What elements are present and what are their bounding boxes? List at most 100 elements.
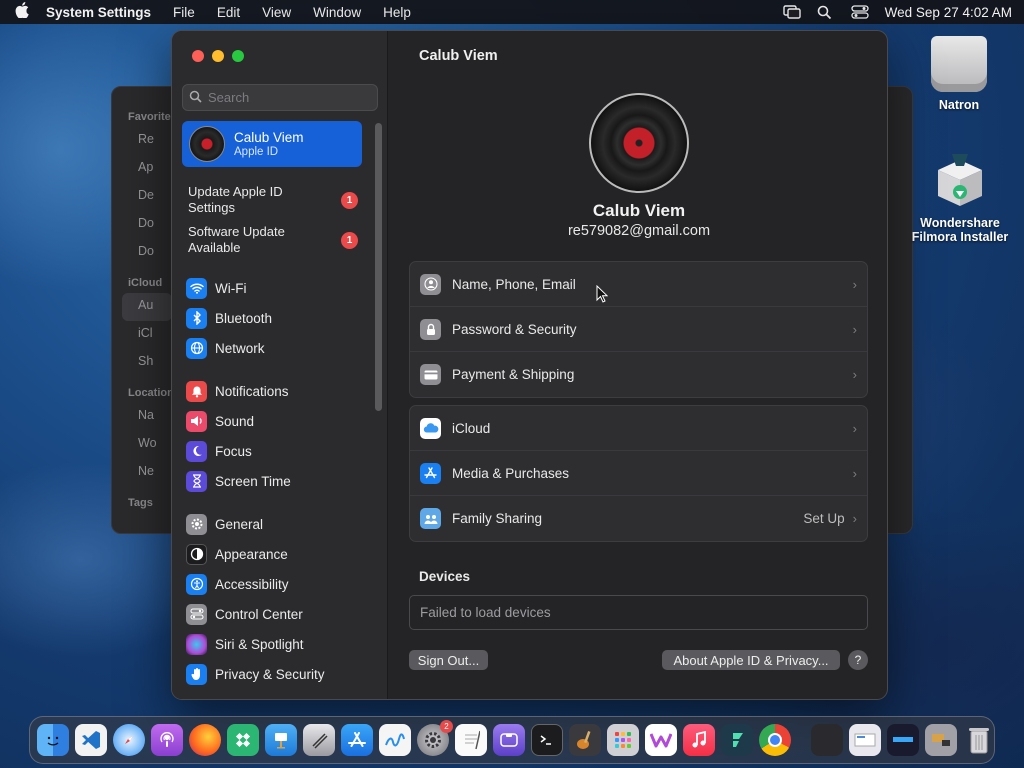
sidebar-item-label: Wi-Fi bbox=[215, 280, 247, 296]
sidebar-item-general[interactable]: General bbox=[186, 511, 376, 537]
accessibility-icon bbox=[186, 573, 207, 595]
sidebar-item-apple-id[interactable]: Calub Viem Apple ID bbox=[182, 121, 362, 167]
music-icon[interactable] bbox=[683, 724, 715, 756]
system-settings-window[interactable]: Calub Viem Apple ID Update Apple ID Sett… bbox=[171, 30, 888, 700]
search-field[interactable] bbox=[182, 84, 378, 111]
sidebar-item-wifi[interactable]: Wi-Fi bbox=[186, 275, 376, 301]
menu-file[interactable]: File bbox=[173, 5, 195, 20]
sidebar-item-label: Screen Time bbox=[215, 473, 291, 489]
sidebar-item-notifications[interactable]: Notifications bbox=[186, 378, 376, 404]
account-settings-group: Name, Phone, Email › Password & Security… bbox=[409, 261, 868, 398]
menu-clock[interactable]: Wed Sep 27 4:02 AM bbox=[885, 5, 1012, 20]
firefox-icon[interactable] bbox=[189, 724, 221, 756]
wifi-icon bbox=[186, 277, 207, 299]
bluetooth-icon bbox=[186, 307, 207, 329]
minimize-button[interactable] bbox=[212, 50, 224, 62]
menu-help[interactable]: Help bbox=[383, 5, 411, 20]
row-password-security[interactable]: Password & Security › bbox=[410, 307, 867, 352]
freeform-icon[interactable] bbox=[379, 724, 411, 756]
sign-out-button[interactable]: Sign Out... bbox=[409, 650, 488, 670]
row-name-phone-email[interactable]: Name, Phone, Email › bbox=[410, 262, 867, 307]
sidebar-item-label: General bbox=[215, 516, 264, 532]
script-editor-icon[interactable] bbox=[303, 724, 335, 756]
notchmeister-icon[interactable] bbox=[493, 724, 525, 756]
stack-2-icon[interactable] bbox=[849, 724, 881, 756]
app-green-icon[interactable] bbox=[227, 724, 259, 756]
control-center-icon bbox=[186, 603, 207, 625]
menu-view[interactable]: View bbox=[262, 5, 291, 20]
user-email: re579082@gmail.com bbox=[567, 223, 711, 239]
row-family-sharing[interactable]: Family Sharing Set Up › bbox=[410, 496, 867, 541]
window-controls bbox=[192, 50, 244, 62]
desktop-icon-natron[interactable]: Natron bbox=[920, 36, 998, 112]
app-store-icon bbox=[420, 462, 441, 484]
bell-icon bbox=[186, 380, 207, 402]
devices-list: Failed to load devices bbox=[409, 595, 868, 630]
sidebar-item-siri-spotlight[interactable]: Siri & Spotlight bbox=[186, 631, 376, 657]
podcasts-icon[interactable] bbox=[151, 724, 183, 756]
app-store-dock-icon[interactable] bbox=[341, 724, 373, 756]
launchpad-icon[interactable] bbox=[607, 724, 639, 756]
vscode-icon[interactable] bbox=[75, 724, 107, 756]
profile-name: Calub Viem bbox=[234, 130, 304, 145]
menu-app-name[interactable]: System Settings bbox=[46, 5, 151, 20]
zoom-button[interactable] bbox=[232, 50, 244, 62]
sidebar-item-control-center[interactable]: Control Center bbox=[186, 601, 376, 627]
stack-4-icon[interactable] bbox=[925, 724, 957, 756]
about-apple-id-button[interactable]: About Apple ID & Privacy... bbox=[662, 650, 840, 670]
stack-3-icon[interactable] bbox=[887, 724, 919, 756]
keynote-icon[interactable] bbox=[265, 724, 297, 756]
close-button[interactable] bbox=[192, 50, 204, 62]
sidebar-item-appearance[interactable]: Appearance bbox=[186, 541, 376, 567]
control-center-menu-icon[interactable] bbox=[851, 5, 869, 19]
sidebar-scrollbar[interactable] bbox=[375, 123, 382, 411]
chevron-right-icon: › bbox=[852, 367, 857, 382]
textedit-icon[interactable] bbox=[455, 724, 487, 756]
finder-icon[interactable] bbox=[37, 724, 69, 756]
search-input[interactable] bbox=[208, 90, 368, 105]
sidebar-item-screen-time[interactable]: Screen Time bbox=[186, 468, 376, 494]
lock-icon bbox=[420, 318, 441, 340]
notification-label: Update Apple ID Settings bbox=[188, 184, 283, 215]
sidebar-item-accessibility[interactable]: Accessibility bbox=[186, 571, 376, 597]
services-group: iCloud › Media & Purchases › Family Shar… bbox=[409, 405, 868, 542]
devices-status: Failed to load devices bbox=[420, 605, 551, 620]
chrome-icon[interactable] bbox=[759, 724, 791, 756]
sidebar-item-update-apple-id[interactable]: Update Apple ID Settings 1 bbox=[188, 184, 358, 216]
bg-item[interactable]: Au bbox=[122, 293, 172, 321]
wondershare-icon[interactable] bbox=[645, 724, 677, 756]
row-media-purchases[interactable]: Media & Purchases › bbox=[410, 451, 867, 496]
system-settings-icon[interactable]: 2 bbox=[417, 720, 453, 756]
safari-icon[interactable] bbox=[113, 724, 145, 756]
apple-menu-icon[interactable] bbox=[12, 2, 32, 22]
menu-window[interactable]: Window bbox=[313, 5, 361, 20]
row-payment-shipping[interactable]: Payment & Shipping › bbox=[410, 352, 867, 397]
sidebar-item-sound[interactable]: Sound bbox=[186, 408, 376, 434]
sidebar-item-label: Network bbox=[215, 340, 265, 356]
chevron-right-icon: › bbox=[852, 465, 857, 481]
trash-icon[interactable] bbox=[963, 724, 995, 756]
user-name: Calub Viem bbox=[592, 201, 686, 220]
profile-picture[interactable] bbox=[589, 93, 689, 193]
help-button[interactable]: ? bbox=[848, 650, 868, 670]
sidebar-item-network[interactable]: Network bbox=[186, 335, 376, 361]
row-icloud[interactable]: iCloud › bbox=[410, 406, 867, 451]
sidebar-item-privacy-security[interactable]: Privacy & Security bbox=[186, 661, 376, 687]
person-icon bbox=[420, 273, 441, 295]
appearance-icon bbox=[186, 543, 207, 565]
family-sharing-setup-label: Set Up bbox=[803, 511, 845, 526]
sidebar-item-focus[interactable]: Focus bbox=[186, 438, 376, 464]
screen-mirroring-icon[interactable] bbox=[782, 5, 801, 19]
search-icon bbox=[189, 90, 202, 106]
filmora-icon[interactable] bbox=[721, 724, 753, 756]
sidebar-item-bluetooth[interactable]: Bluetooth bbox=[186, 305, 376, 331]
menu-edit[interactable]: Edit bbox=[217, 5, 240, 20]
desktop-icon-filmora-installer[interactable]: Wondershare Filmora Installer bbox=[908, 152, 1012, 244]
sidebar-item-software-update[interactable]: Software Update Available 1 bbox=[188, 224, 358, 256]
spotlight-search-icon[interactable] bbox=[817, 5, 833, 20]
card-icon bbox=[420, 364, 441, 385]
terminal-icon[interactable] bbox=[531, 724, 563, 756]
instruments-icon[interactable] bbox=[569, 724, 601, 756]
stack-1-icon[interactable] bbox=[811, 724, 843, 756]
desktop-icon-label: Wondershare Filmora Installer bbox=[911, 216, 1009, 244]
